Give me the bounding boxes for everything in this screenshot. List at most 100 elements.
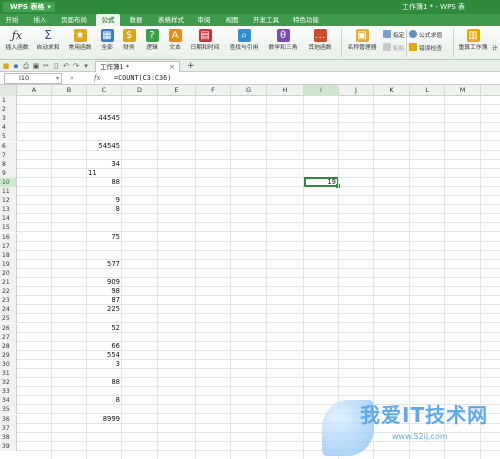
fx-icon[interactable]: fx xyxy=(94,73,101,84)
row-header[interactable]: 33 xyxy=(0,387,17,397)
column-header[interactable]: E xyxy=(158,85,196,96)
chevron-down-icon[interactable]: ▾ xyxy=(56,74,59,83)
print-preview-icon[interactable]: ▣ xyxy=(32,62,40,70)
column-header[interactable]: G xyxy=(231,85,267,96)
zoom-search-icon[interactable]: ⌕ xyxy=(70,73,74,84)
row-header[interactable]: 36 xyxy=(0,414,17,424)
row-header[interactable]: 7 xyxy=(0,150,17,160)
row-header[interactable]: 20 xyxy=(0,268,17,278)
column-header[interactable]: K xyxy=(374,85,410,96)
name-box[interactable]: I10 ▾ xyxy=(4,73,62,84)
row-header[interactable]: 18 xyxy=(0,250,17,260)
insert-function-button[interactable]: ƒx 插入函数 xyxy=(3,29,31,52)
column-header[interactable]: B xyxy=(52,85,87,96)
cell-c[interactable]: 9 xyxy=(87,196,122,205)
autosum-button[interactable]: Σ 自动求和 xyxy=(34,29,62,52)
row-header[interactable]: 30 xyxy=(0,359,17,369)
row-header[interactable]: 39 xyxy=(0,441,17,451)
cell-c[interactable]: 8 xyxy=(87,396,122,405)
menu-table-style[interactable]: 表格样式 xyxy=(154,14,188,26)
column-header[interactable]: L xyxy=(410,85,445,96)
row-header[interactable]: 6 xyxy=(0,141,17,151)
logic-functions-button[interactable]: ? 逻辑 xyxy=(141,29,163,52)
row-header[interactable]: 15 xyxy=(0,223,17,233)
row-header[interactable]: 12 xyxy=(0,196,17,206)
name-manager-button[interactable]: ▣ 名称管理器 xyxy=(344,29,380,52)
cell-c[interactable]: 3 xyxy=(87,360,122,369)
row-header[interactable]: 13 xyxy=(0,205,17,215)
cell-c[interactable]: 225 xyxy=(87,305,122,314)
menu-developer-tools[interactable]: 开发工具 xyxy=(250,14,282,26)
redo-icon[interactable]: ↷ xyxy=(72,62,80,70)
cell-c[interactable]: 8999 xyxy=(87,415,122,424)
text-functions-button[interactable]: A 文本 xyxy=(165,29,185,52)
row-header[interactable]: 21 xyxy=(0,278,17,287)
row-header[interactable]: 28 xyxy=(0,341,17,351)
row-header[interactable]: 34 xyxy=(0,396,17,406)
specify-button[interactable]: 指定 xyxy=(383,30,405,40)
cell-c[interactable]: 88 xyxy=(87,378,122,387)
row-header[interactable]: 9 xyxy=(0,168,17,178)
error-check-button[interactable]: 错误检查 xyxy=(409,43,442,53)
datetime-functions-button[interactable]: ▤ 日期和时间 xyxy=(187,29,223,52)
row-header[interactable]: 10 xyxy=(0,177,17,187)
row-header[interactable]: 19 xyxy=(0,259,17,269)
row-header[interactable]: 1 xyxy=(0,96,17,105)
row-header[interactable]: 31 xyxy=(0,369,17,378)
cut-icon[interactable]: ✂ xyxy=(42,62,50,70)
cell-c[interactable]: 52 xyxy=(87,324,122,333)
menu-formulas[interactable]: 公式 xyxy=(96,14,120,26)
row-header[interactable]: 25 xyxy=(0,314,17,324)
cell-c[interactable]: 66 xyxy=(87,342,122,351)
select-all-corner[interactable] xyxy=(0,85,17,96)
cell-c[interactable]: 98 xyxy=(87,287,122,296)
common-functions-button[interactable]: ★ 常用函数 xyxy=(66,29,94,52)
menu-view[interactable]: 视图 xyxy=(222,14,242,26)
row-header[interactable]: 26 xyxy=(0,323,17,333)
column-header[interactable]: F xyxy=(196,85,231,96)
row-header[interactable]: 14 xyxy=(0,214,17,224)
row-header[interactable]: 17 xyxy=(0,241,17,251)
row-header[interactable]: 11 xyxy=(0,187,17,196)
column-header[interactable]: A xyxy=(17,85,52,96)
active-cell[interactable]: 19 xyxy=(304,176,340,188)
other-functions-button[interactable]: … 其他函数 xyxy=(304,29,336,52)
cell-c[interactable]: 87 xyxy=(87,296,122,305)
row-header[interactable]: 4 xyxy=(0,123,17,133)
row-header[interactable]: 22 xyxy=(0,287,17,297)
calc-options-button[interactable]: 计 xyxy=(492,44,498,54)
row-header[interactable]: 24 xyxy=(0,305,17,315)
row-header[interactable]: 3 xyxy=(0,114,17,124)
menu-page-layout[interactable]: 页面布局 xyxy=(58,14,90,26)
column-header[interactable]: M xyxy=(445,85,481,96)
row-header[interactable]: 16 xyxy=(0,232,17,242)
column-header[interactable]: I xyxy=(304,85,339,96)
format-painter-icon[interactable]: ▯ xyxy=(52,62,60,70)
document-tab[interactable]: 工作簿1 * × xyxy=(95,61,180,72)
add-tab-icon[interactable]: + xyxy=(187,60,195,72)
formula-input[interactable]: =COUNT(C3:C36) xyxy=(112,73,496,84)
cell-c[interactable]: 8 xyxy=(87,205,122,214)
cell-c[interactable]: 44545 xyxy=(87,114,122,123)
row-header[interactable]: 8 xyxy=(0,159,17,169)
menu-insert[interactable]: 插入 xyxy=(30,14,50,26)
dropdown-chevron-icon[interactable]: ▾ xyxy=(82,62,90,70)
cell-c[interactable]: 88 xyxy=(87,178,122,187)
cell-b[interactable]: 11 xyxy=(87,169,122,178)
row-header[interactable]: 37 xyxy=(0,423,17,433)
column-header[interactable]: H xyxy=(267,85,304,96)
math-functions-button[interactable]: θ 数学和三角 xyxy=(265,29,301,52)
row-header[interactable]: 5 xyxy=(0,132,17,142)
cell-c[interactable]: 577 xyxy=(87,260,122,269)
finance-functions-button[interactable]: $ 财务 xyxy=(119,29,139,52)
row-header[interactable]: 2 xyxy=(0,105,17,115)
wps-app-menu-button[interactable]: WPS 表格 ▾ xyxy=(3,2,55,12)
menu-special-features[interactable]: 特色功能 xyxy=(290,14,322,26)
recalculate-workbook-button[interactable]: ▥ 重算工作簿 xyxy=(456,29,490,52)
undo-icon[interactable]: ↶ xyxy=(62,62,70,70)
menu-home[interactable]: 开始 xyxy=(2,14,22,26)
cell-c[interactable]: 909 xyxy=(87,278,122,287)
row-header[interactable]: 35 xyxy=(0,405,17,415)
row-header[interactable]: 29 xyxy=(0,350,17,360)
save-icon[interactable]: ▪ xyxy=(12,62,20,70)
